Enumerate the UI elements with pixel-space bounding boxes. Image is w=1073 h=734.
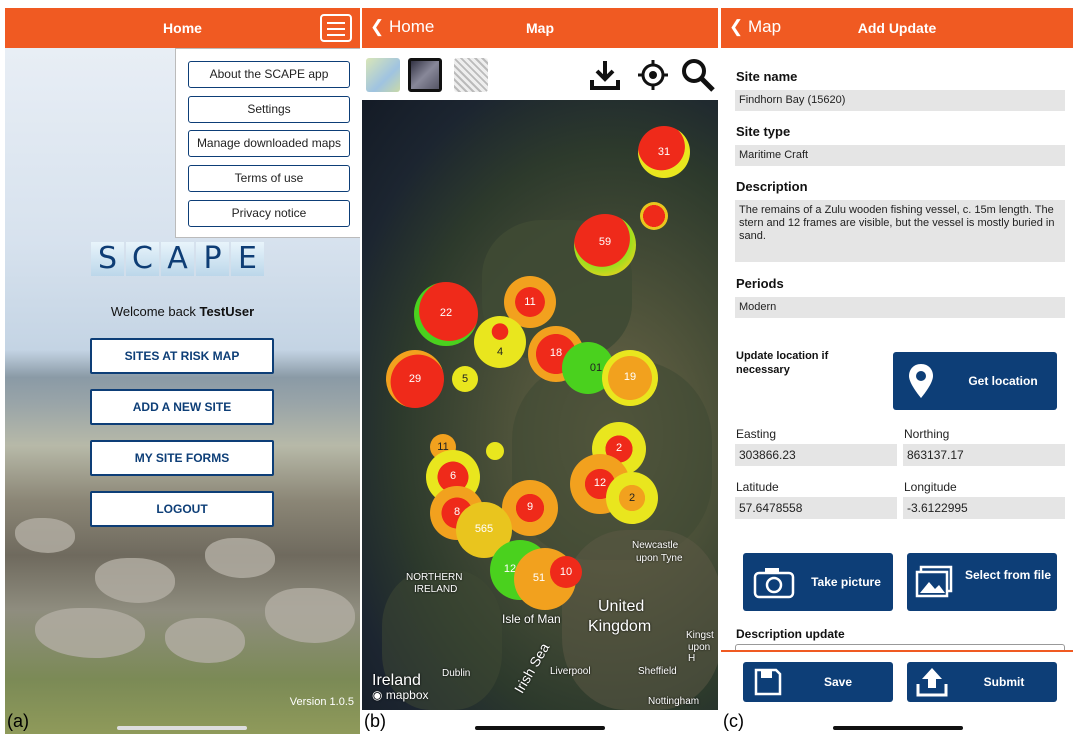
username: TestUser xyxy=(199,304,255,319)
welcome-message: Welcome back TestUser xyxy=(110,304,255,319)
map-view[interactable]: 31 59 22 11 4 18 01 19 29 5 11 6 2 12 2 … xyxy=(362,100,718,710)
camera-icon xyxy=(753,568,795,599)
os-map-layer-icon[interactable] xyxy=(454,58,488,92)
cluster-marker[interactable]: 10 xyxy=(550,556,582,588)
description-update-label: Description update xyxy=(736,627,845,641)
panel-caption: (b) xyxy=(364,711,386,731)
cluster-marker[interactable]: 31 xyxy=(638,126,690,178)
dropdown-menu: About the SCAPE app Settings Manage down… xyxy=(175,48,360,238)
northing-field[interactable]: 863137.17 xyxy=(903,444,1065,466)
panel-caption: (c) xyxy=(723,711,744,731)
download-icon[interactable] xyxy=(588,58,622,92)
top-bar: ❮ Home Map xyxy=(362,8,718,48)
northing-label: Northing xyxy=(904,427,950,441)
easting-field[interactable]: 303866.23 xyxy=(735,444,897,466)
longitude-field[interactable]: -3.6122995 xyxy=(903,497,1065,519)
save-button[interactable]: Save xyxy=(743,662,893,702)
hamburger-menu-icon[interactable] xyxy=(320,14,352,42)
menu-item-privacy[interactable]: Privacy notice xyxy=(188,200,350,227)
site-type-field[interactable]: Maritime Craft xyxy=(735,145,1065,166)
satellite-layer-icon[interactable] xyxy=(408,58,442,92)
get-location-button[interactable]: Get location xyxy=(893,352,1057,410)
periods-field[interactable]: Modern xyxy=(735,297,1065,318)
menu-item-manage-maps[interactable]: Manage downloaded maps xyxy=(188,130,350,157)
top-bar: Home xyxy=(5,8,360,48)
site-type-label: Site type xyxy=(736,124,791,139)
description-field[interactable]: The remains of a Zulu wooden fishing ves… xyxy=(735,200,1065,262)
select-from-file-button[interactable]: Select from file xyxy=(907,553,1057,611)
home-indicator xyxy=(475,726,605,730)
easting-label: Easting xyxy=(736,427,777,441)
my-site-forms-button[interactable]: MY SITE FORMS xyxy=(90,440,274,476)
cluster-marker[interactable]: 2 xyxy=(606,472,658,524)
take-picture-button[interactable]: Take picture xyxy=(743,553,893,611)
site-name-label: Site name xyxy=(736,69,798,84)
panel-caption: (a) xyxy=(7,711,29,731)
app-version: Version 1.0.5 xyxy=(289,696,354,708)
update-location-label: Update location if necessary xyxy=(736,350,829,376)
location-pin-icon xyxy=(909,364,933,398)
cluster-marker[interactable]: 4 xyxy=(474,316,526,368)
cluster-marker[interactable] xyxy=(640,202,668,230)
cluster-marker[interactable]: 22 xyxy=(414,282,478,346)
map-toolbar xyxy=(362,48,718,100)
logout-button[interactable]: LOGOUT xyxy=(90,491,274,527)
image-gallery-icon xyxy=(915,565,953,598)
home-indicator xyxy=(117,726,247,730)
sites-at-risk-map-button[interactable]: SITES AT RISK MAP xyxy=(90,338,274,374)
menu-item-about[interactable]: About the SCAPE app xyxy=(188,61,350,88)
cluster-marker[interactable]: 5 xyxy=(452,366,478,392)
locate-icon[interactable] xyxy=(636,58,670,92)
street-map-layer-icon[interactable] xyxy=(366,58,400,92)
add-new-site-button[interactable]: ADD A NEW SITE xyxy=(90,389,274,425)
submit-button[interactable]: Submit xyxy=(907,662,1057,702)
add-update-screen: ❮ Map Add Update Site name Findhorn Bay … xyxy=(721,8,1073,734)
cluster-marker[interactable]: 59 xyxy=(574,214,636,276)
menu-item-terms[interactable]: Terms of use xyxy=(188,165,350,192)
home-indicator xyxy=(833,726,963,730)
top-bar: ❮ Map Add Update xyxy=(721,8,1073,48)
map-screen: ❮ Home Map 31 59 22 11 4 18 01 19 29 5 1… xyxy=(362,8,718,734)
mapbox-logo: ◉ mapbox xyxy=(372,688,429,702)
save-disk-icon xyxy=(754,668,782,696)
menu-item-settings[interactable]: Settings xyxy=(188,96,350,123)
screen-title: Home xyxy=(163,20,202,36)
upload-icon xyxy=(916,668,948,697)
home-screen: Home About the SCAPE app Settings Manage… xyxy=(5,8,360,734)
periods-label: Periods xyxy=(736,276,784,291)
cluster-marker[interactable] xyxy=(486,442,504,460)
screen-title: Add Update xyxy=(857,20,937,36)
screen-title: Map xyxy=(526,20,554,36)
cluster-marker[interactable]: 29 xyxy=(386,350,444,408)
description-label: Description xyxy=(736,179,808,194)
scape-logo: SCAPE xyxy=(91,242,264,276)
cluster-marker[interactable]: 19 xyxy=(602,350,658,406)
longitude-label: Longitude xyxy=(904,480,957,494)
latitude-label: Latitude xyxy=(736,480,779,494)
latitude-field[interactable]: 57.6478558 xyxy=(735,497,897,519)
search-icon[interactable] xyxy=(680,57,716,93)
site-name-field[interactable]: Findhorn Bay (15620) xyxy=(735,90,1065,111)
